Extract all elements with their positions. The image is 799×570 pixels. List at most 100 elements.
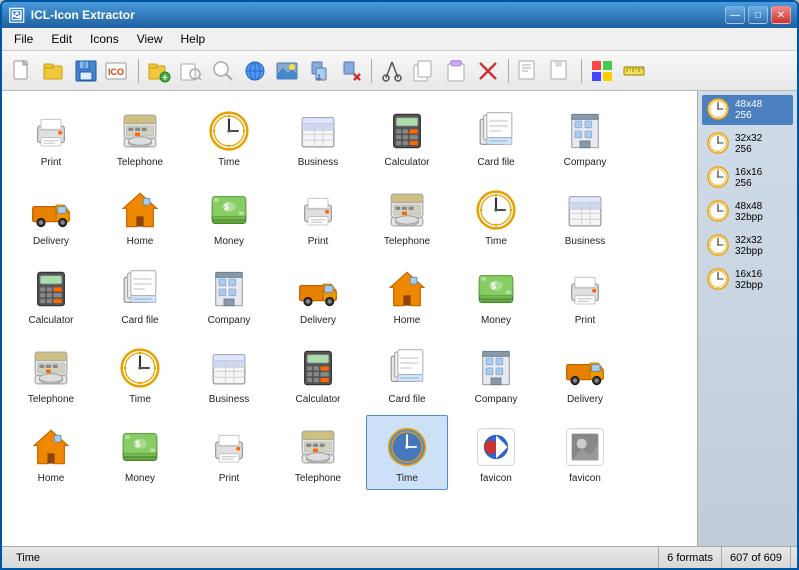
format-item[interactable]: 32x32256 — [702, 129, 793, 159]
minimize-button[interactable]: — — [725, 6, 745, 24]
icon-cell[interactable]: Print — [188, 415, 270, 490]
icon-cell[interactable]: Card file — [366, 336, 448, 411]
right-panel: 48x48256 32x32256 16x16256 48x4832bpp — [697, 91, 797, 546]
icon-image — [383, 344, 431, 392]
icon-cell[interactable]: Time — [366, 415, 448, 490]
icon-cell[interactable]: Time — [455, 178, 537, 253]
icon-cell[interactable]: Company — [544, 99, 626, 174]
properties-button[interactable] — [514, 56, 544, 86]
icon-cell[interactable]: Home — [366, 257, 448, 332]
icon-image — [294, 265, 342, 313]
format-item[interactable]: 32x3232bpp — [702, 231, 793, 261]
icon-label: favicon — [569, 473, 601, 485]
icon-label: Calculator — [384, 157, 429, 169]
icon-cell[interactable]: Telephone — [99, 99, 181, 174]
new-button[interactable] — [7, 56, 37, 86]
icon-image — [383, 265, 431, 313]
icon-label: Delivery — [33, 236, 69, 248]
image-button[interactable] — [272, 56, 302, 86]
add-folder-button[interactable]: + — [144, 56, 174, 86]
menu-view[interactable]: View — [129, 30, 171, 48]
cut-button[interactable] — [377, 56, 407, 86]
icon-label: Telephone — [117, 157, 163, 169]
icon-image — [116, 265, 164, 313]
icon-label: Card file — [388, 394, 425, 406]
menu-edit[interactable]: Edit — [43, 30, 80, 48]
main-area: Print Telephone Time Business — [2, 91, 797, 546]
format-item[interactable]: 16x1632bpp — [702, 265, 793, 295]
icon-cell[interactable]: Delivery — [10, 178, 92, 253]
find-file-button[interactable] — [176, 56, 206, 86]
icon-image: $ — [205, 186, 253, 234]
icon-image — [472, 107, 520, 155]
extract-button[interactable] — [304, 56, 334, 86]
icon-image — [561, 423, 609, 471]
icon-grid-container[interactable]: Print Telephone Time Business — [2, 91, 697, 546]
icon-image — [27, 186, 75, 234]
icon-image — [205, 265, 253, 313]
icon-cell[interactable]: Business — [188, 336, 270, 411]
paste-button[interactable] — [441, 56, 471, 86]
icon-cell[interactable]: Home — [99, 178, 181, 253]
search-button[interactable] — [208, 56, 238, 86]
icon-cell[interactable]: Company — [188, 257, 270, 332]
icon-cell[interactable]: Delivery — [544, 336, 626, 411]
icon-cell[interactable]: Card file — [455, 99, 537, 174]
icon-cell[interactable]: favicon — [544, 415, 626, 490]
icon-cell[interactable]: Telephone — [10, 336, 92, 411]
format-item[interactable]: 48x48256 — [702, 95, 793, 125]
menu-help[interactable]: Help — [173, 30, 214, 48]
menu-icons[interactable]: Icons — [82, 30, 127, 48]
format-icon — [707, 132, 731, 156]
save-button[interactable] — [71, 56, 101, 86]
icon-cell[interactable]: $ Money — [99, 415, 181, 490]
windows-button[interactable] — [587, 56, 617, 86]
ruler-button[interactable] — [619, 56, 649, 86]
icon-cell[interactable]: Company — [455, 336, 537, 411]
icon-image — [205, 344, 253, 392]
icon-label: Business — [209, 394, 250, 406]
icon-cell[interactable]: $ Money — [455, 257, 537, 332]
ico-button[interactable]: ICO — [103, 56, 133, 86]
icon-image — [561, 186, 609, 234]
icon-cell[interactable]: Delivery — [277, 257, 359, 332]
format-label: 16x1632bpp — [735, 269, 763, 291]
icon-cell[interactable]: Business — [544, 178, 626, 253]
icon-image — [116, 344, 164, 392]
icon-cell[interactable]: favicon — [455, 415, 537, 490]
icon-label: Money — [481, 315, 511, 327]
delete-button[interactable] — [473, 56, 503, 86]
icon-cell[interactable]: Calculator — [366, 99, 448, 174]
icon-cell[interactable]: Business — [277, 99, 359, 174]
icon-cell[interactable]: Print — [544, 257, 626, 332]
format-item[interactable]: 16x16256 — [702, 163, 793, 193]
icon-cell[interactable]: Print — [277, 178, 359, 253]
format-icon — [707, 234, 731, 258]
icon-label: Calculator — [28, 315, 73, 327]
icon-cell[interactable]: Calculator — [277, 336, 359, 411]
icon-cell[interactable]: Telephone — [366, 178, 448, 253]
app-icon: 🖼 — [8, 7, 26, 24]
icon-cell[interactable]: Time — [99, 336, 181, 411]
icon-label: Time — [396, 473, 418, 485]
icon-cell[interactable]: Time — [188, 99, 270, 174]
icon-cell[interactable]: Print — [10, 99, 92, 174]
icon-cell[interactable]: Calculator — [10, 257, 92, 332]
open-button[interactable] — [39, 56, 69, 86]
remove-button[interactable] — [336, 56, 366, 86]
maximize-button[interactable]: □ — [748, 6, 768, 24]
title-bar-left: 🖼 ICL-Icon Extractor — [8, 7, 135, 24]
format-item[interactable]: 48x4832bpp — [702, 197, 793, 227]
icon-cell[interactable]: Home — [10, 415, 92, 490]
format-icon — [707, 268, 731, 292]
icon-cell[interactable]: Telephone — [277, 415, 359, 490]
icon-image — [27, 423, 75, 471]
menu-file[interactable]: File — [6, 30, 41, 48]
doc2-button[interactable] — [546, 56, 576, 86]
icon-cell[interactable]: $ Money — [188, 178, 270, 253]
copy-button[interactable] — [409, 56, 439, 86]
close-button[interactable]: ✕ — [771, 6, 791, 24]
internet-button[interactable] — [240, 56, 270, 86]
icon-cell[interactable]: Card file — [99, 257, 181, 332]
format-label: 32x3232bpp — [735, 235, 763, 257]
